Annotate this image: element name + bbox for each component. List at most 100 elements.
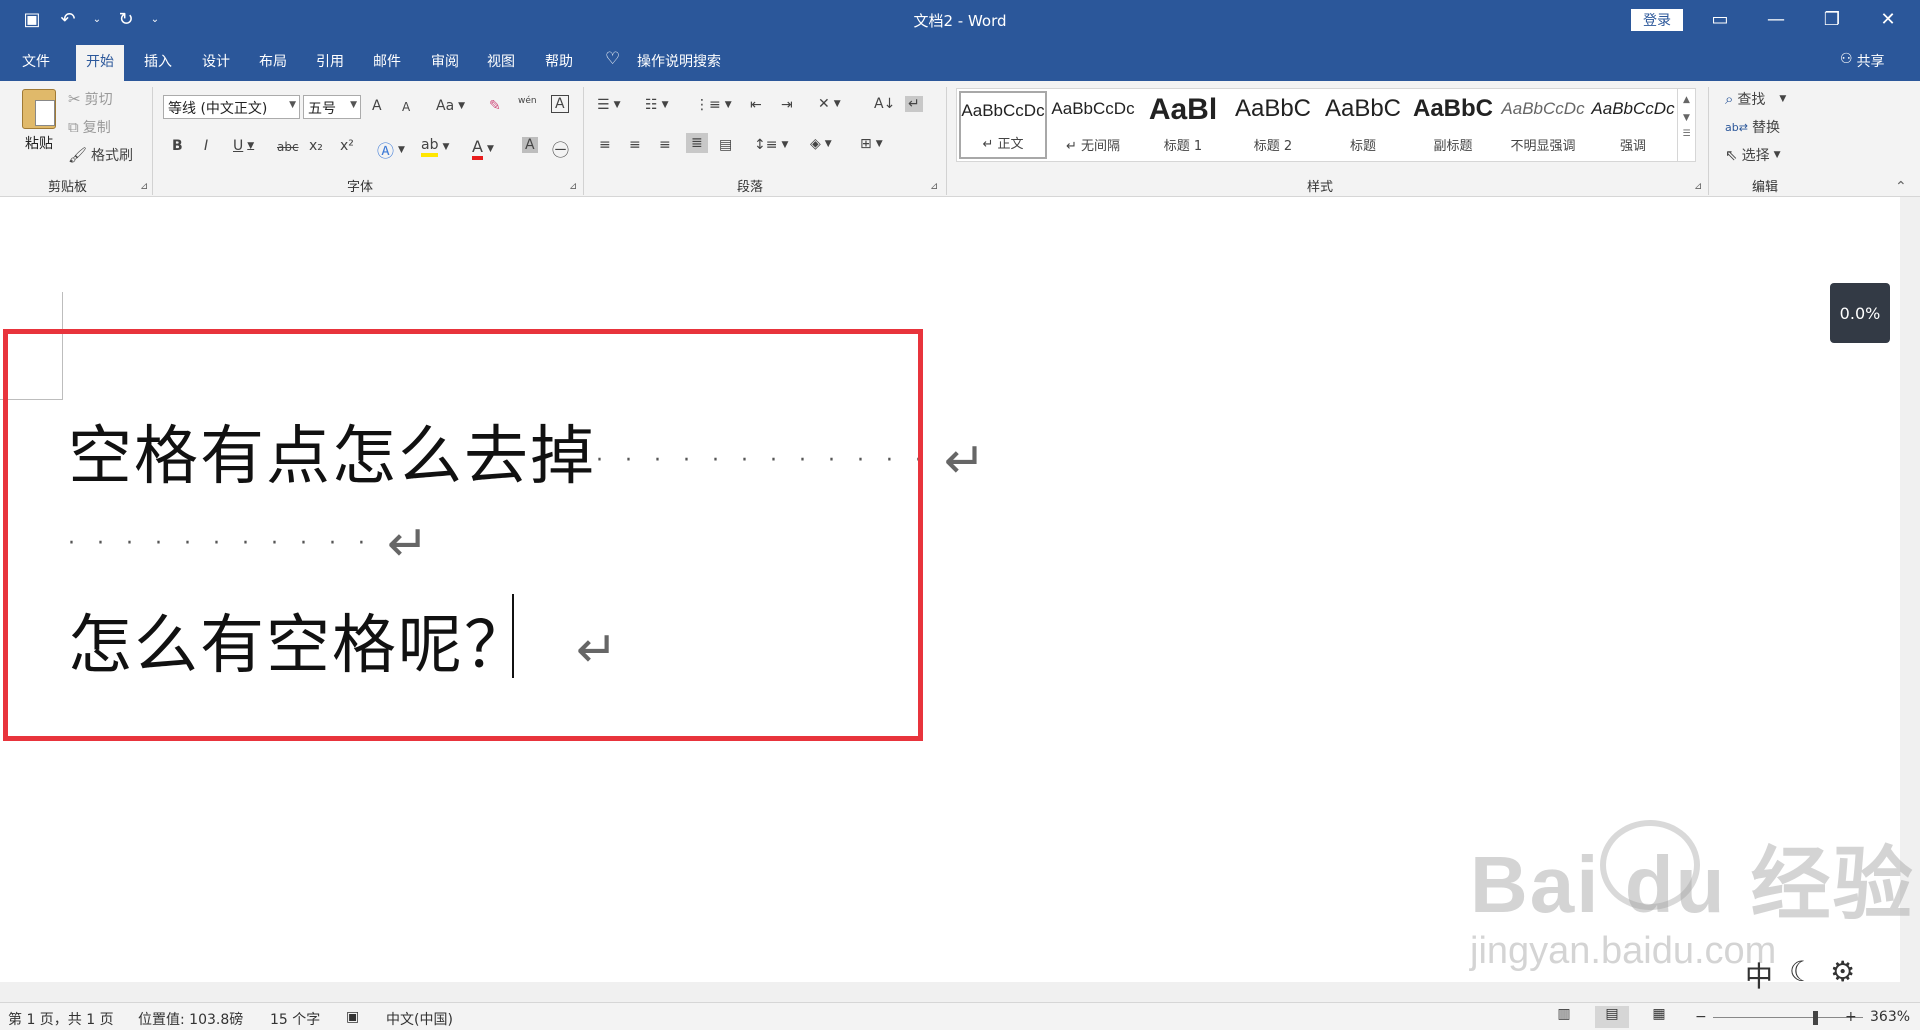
asian-layout-button[interactable]: ✕ ▼ — [818, 96, 841, 112]
font-group-label: 字体 — [346, 180, 373, 195]
align-left-button[interactable]: ≡ — [599, 137, 611, 153]
line-spacing-button[interactable]: ↕≡ ▼ — [754, 137, 788, 153]
horizontal-scrollbar[interactable] — [0, 982, 1920, 1002]
increase-indent-button[interactable]: ⇥ — [781, 97, 793, 113]
tab-home[interactable]: 开始 — [76, 45, 124, 81]
align-right-button[interactable]: ≡ — [659, 137, 671, 153]
cut-button[interactable]: ✂ 剪切 — [68, 89, 113, 109]
copy-button[interactable]: ⧉ 复制 — [68, 117, 111, 137]
clipboard-launcher-icon[interactable]: ⊿ — [140, 181, 148, 192]
word-count[interactable]: 15 个字 — [270, 1009, 320, 1029]
tab-references[interactable]: 引用 — [316, 51, 344, 71]
tab-file[interactable]: 文件 — [22, 51, 50, 71]
font-color-button[interactable]: A ▼ — [472, 137, 494, 160]
italic-button[interactable]: I — [204, 138, 208, 154]
tab-mailings[interactable]: 邮件 — [373, 51, 401, 71]
scroll-down-icon[interactable]: ▼ — [1678, 113, 1695, 123]
ribbon-display-options-icon[interactable]: ▭ — [1692, 0, 1748, 39]
align-right-icon: ≡ — [659, 137, 671, 153]
change-case-button[interactable]: Aa ▼ — [436, 98, 465, 114]
highlight-button[interactable]: ab ▼ — [421, 137, 449, 157]
enclose-characters-button[interactable]: ㊀ — [552, 136, 569, 161]
tab-review[interactable]: 审阅 — [431, 51, 459, 71]
zoom-slider[interactable] — [1713, 1017, 1863, 1018]
character-border-button[interactable]: A — [551, 95, 569, 113]
underline-button[interactable]: U ▼ — [233, 138, 254, 154]
replace-button[interactable]: ab⇄ 替换 — [1725, 117, 1780, 137]
style-heading-1[interactable]: AaBl 标题 1 — [1139, 91, 1227, 159]
align-center-button[interactable]: ≡ — [629, 137, 641, 153]
tab-insert[interactable]: 插入 — [144, 51, 172, 71]
style-subtitle[interactable]: AaBbC 副标题 — [1409, 91, 1497, 159]
tab-view[interactable]: 视图 — [487, 51, 515, 71]
tab-design[interactable]: 设计 — [202, 51, 230, 71]
show-marks-button[interactable]: ↵ — [905, 96, 923, 112]
restore-icon[interactable]: ❐ — [1804, 0, 1860, 39]
font-launcher-icon[interactable]: ⊿ — [569, 181, 577, 192]
scissors-icon: ✂ — [68, 90, 81, 108]
style-heading-2[interactable]: AaBbC 标题 2 — [1229, 91, 1317, 159]
strikethrough-button[interactable]: abc — [277, 140, 299, 154]
justify-button[interactable]: ≣ — [686, 133, 708, 153]
character-shading-button[interactable]: A — [522, 137, 538, 153]
gallery-scroll[interactable]: ▲ ▼ ☰ — [1677, 89, 1695, 161]
justify-icon: ≣ — [691, 135, 703, 151]
styles-launcher-icon[interactable]: ⊿ — [1694, 181, 1702, 192]
style-emphasis[interactable]: AaBbCcDc 强调 — [1589, 91, 1677, 159]
tab-layout[interactable]: 布局 — [259, 51, 287, 71]
bullets-button[interactable]: ☰ ▼ — [597, 97, 620, 113]
moon-icon[interactable]: ☾ — [1789, 955, 1814, 995]
chevron-down-icon: ▼ — [289, 100, 296, 110]
scroll-up-icon[interactable]: ▲ — [1678, 95, 1695, 105]
web-layout-icon[interactable]: ▦ — [1642, 1006, 1676, 1028]
page-count[interactable]: 第 1 页，共 1 页 — [8, 1009, 114, 1029]
paste-button[interactable]: 粘贴 — [16, 89, 62, 153]
minimize-icon[interactable]: — — [1748, 0, 1804, 39]
style-subtle-emphasis[interactable]: AaBbCcDc 不明显强调 — [1499, 91, 1587, 159]
zoom-slider-thumb[interactable] — [1813, 1011, 1818, 1025]
grow-font-button[interactable]: A — [372, 98, 382, 114]
font-name-select[interactable]: 等线 (中文正文) ▼ — [163, 95, 300, 119]
login-button[interactable]: 登录 — [1631, 9, 1683, 31]
borders-button[interactable]: ⊞ ▼ — [860, 136, 883, 152]
read-mode-icon[interactable]: ▥ — [1547, 1006, 1581, 1028]
close-icon[interactable]: ✕ — [1860, 0, 1916, 39]
shrink-font-button[interactable]: A — [402, 100, 410, 114]
superscript-button[interactable]: x² — [340, 138, 354, 154]
distributed-button[interactable]: ▤ — [719, 137, 732, 153]
decrease-indent-button[interactable]: ⇤ — [750, 97, 762, 113]
ime-chinese-icon[interactable]: 中 — [1745, 955, 1773, 995]
subscript-button[interactable]: x₂ — [309, 138, 323, 154]
find-button[interactable]: ⌕ 查找 ▼ — [1725, 89, 1786, 109]
format-painter-button[interactable]: 🖌 格式刷 — [68, 145, 133, 165]
clear-format-button[interactable]: ✎ — [489, 98, 501, 114]
zoom-out-button[interactable]: − — [1695, 1009, 1707, 1025]
ribbon: 粘贴 ✂ 剪切 ⧉ 复制 🖌 格式刷 剪贴板 ⊿ 等线 (中文正文) ▼ 五号 ▼ A A… — [0, 81, 1920, 197]
tab-help[interactable]: 帮助 — [545, 51, 573, 71]
select-button[interactable]: ⇖ 选择 ▼ — [1725, 145, 1781, 165]
zoom-level[interactable]: 363% — [1870, 1009, 1910, 1025]
gear-icon[interactable]: ⚙ — [1830, 955, 1855, 995]
font-size-select[interactable]: 五号 ▼ — [303, 95, 361, 119]
print-layout-icon[interactable]: ▤ — [1595, 1006, 1629, 1028]
gallery-more-icon[interactable]: ☰ — [1678, 129, 1695, 139]
numbering-button[interactable]: ☷ ▼ — [645, 97, 668, 113]
shading-button[interactable]: ◈ ▼ — [810, 136, 832, 152]
bold-button[interactable]: B — [172, 138, 183, 154]
proofing-icon[interactable]: ▣ — [346, 1009, 359, 1025]
phonetic-guide-button[interactable]: wén — [518, 96, 537, 106]
style-normal[interactable]: AaBbCcDc ↵ 正文 — [959, 91, 1047, 159]
tell-me-search[interactable]: 操作说明搜索 — [637, 51, 721, 71]
zoom-in-button[interactable]: + — [1845, 1009, 1857, 1025]
sort-button[interactable]: A↓ — [874, 96, 895, 112]
multilevel-list-button[interactable]: ⋮≡ ▼ — [695, 97, 732, 113]
language[interactable]: 中文(中国) — [386, 1009, 453, 1029]
paragraph-launcher-icon[interactable]: ⊿ — [930, 181, 938, 192]
grow-font-icon: A — [372, 98, 382, 114]
style-title[interactable]: AaBbC 标题 — [1319, 91, 1407, 159]
progress-badge: 0.0% — [1830, 283, 1890, 343]
share-button[interactable]: ⚇ 共享 — [1840, 51, 1885, 71]
collapse-ribbon-icon[interactable]: ⌃ — [1895, 179, 1907, 195]
text-effects-button[interactable]: Ⓐ ▼ — [377, 137, 405, 162]
style-no-spacing[interactable]: AaBbCcDc ↵ 无间隔 — [1049, 91, 1137, 159]
